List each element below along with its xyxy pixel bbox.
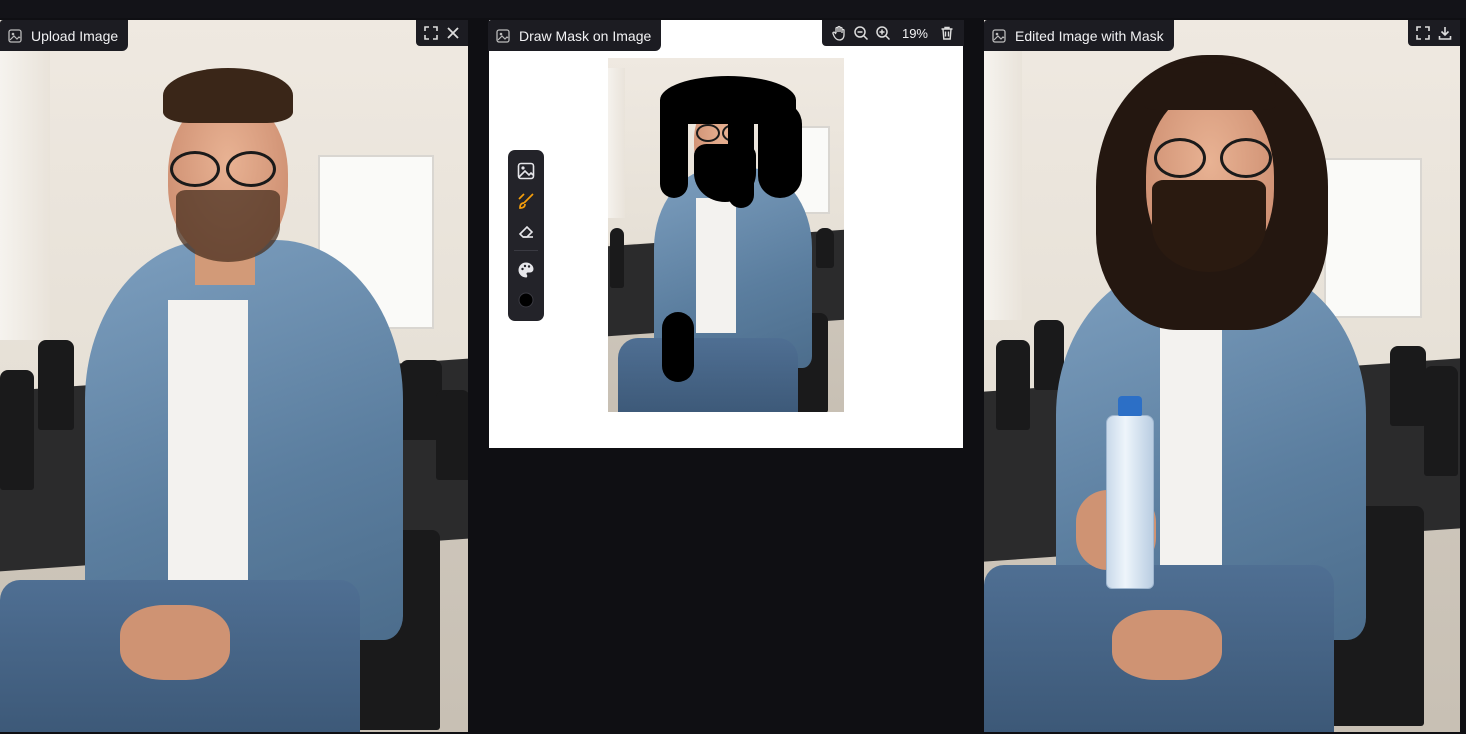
edited-image-label: Edited Image with Mask [1015, 27, 1164, 44]
trash-icon[interactable] [936, 22, 958, 44]
bottle-cap [1118, 396, 1142, 416]
upload-image-label-chip: Upload Image [0, 20, 129, 51]
upload-image-panel: Upload Image [0, 20, 468, 732]
zoom-level: 19% [901, 25, 928, 41]
zoom-in-icon[interactable] [872, 22, 894, 44]
upload-image-toolbox [416, 20, 468, 46]
upload-image-label: Upload Image [31, 27, 119, 44]
draw-mask-panel: Draw Mask on Image 19% [488, 20, 964, 732]
mask-toolbar: 19% [821, 20, 964, 46]
image-icon [8, 28, 22, 43]
mask-side-toolbar [508, 150, 544, 321]
uploaded-photo[interactable] [0, 20, 468, 732]
brush-size-icon[interactable] [513, 287, 539, 313]
image-icon [992, 28, 1006, 43]
mask-canvas-image[interactable] [608, 58, 844, 412]
edited-photo[interactable] [984, 20, 1460, 732]
image-icon [496, 28, 510, 43]
zoom-out-icon[interactable] [850, 22, 872, 44]
draw-mask-label-chip: Draw Mask on Image [488, 20, 662, 51]
draw-mask-label: Draw Mask on Image [519, 27, 652, 44]
fullscreen-icon[interactable] [420, 22, 442, 44]
fullscreen-icon[interactable] [1412, 22, 1434, 44]
close-icon[interactable] [442, 22, 464, 44]
edited-image-toolbox [1408, 20, 1460, 46]
mask-stroke-hand [662, 312, 694, 382]
palette-icon[interactable] [513, 257, 539, 283]
download-icon[interactable] [1434, 22, 1456, 44]
pan-hand-icon[interactable] [828, 22, 850, 44]
water-bottle [1106, 415, 1154, 589]
image-icon[interactable] [513, 158, 539, 184]
brush-icon[interactable] [513, 188, 539, 214]
app-top-strip [0, 0, 1466, 18]
edited-image-label-chip: Edited Image with Mask [984, 20, 1174, 51]
eraser-icon[interactable] [513, 218, 539, 244]
mask-stroke-beard [694, 144, 756, 202]
edited-image-panel: Edited Image with Mask [984, 20, 1460, 732]
